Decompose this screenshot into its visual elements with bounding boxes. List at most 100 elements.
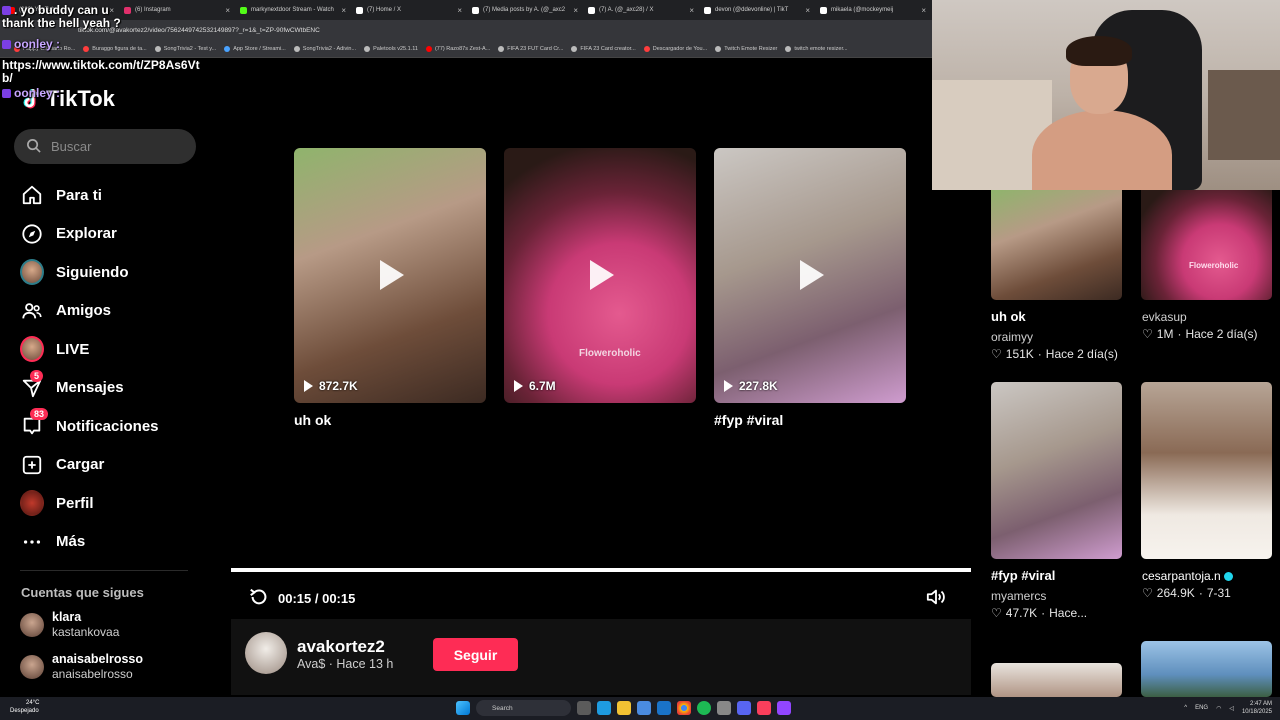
tab-close-icon[interactable]: × bbox=[573, 6, 578, 15]
progress-bar[interactable] bbox=[231, 568, 971, 572]
browser-tab[interactable]: (7) Home / X × bbox=[352, 0, 468, 20]
related-video-user[interactable]: cesarpantoja.n bbox=[1142, 569, 1233, 583]
follow-button[interactable]: Seguir bbox=[433, 638, 518, 671]
bookmark[interactable]: SongTrivia2 - Adivin... bbox=[293, 45, 356, 52]
store-icon[interactable] bbox=[637, 701, 651, 715]
sidebar-item-para-ti[interactable]: Para ti bbox=[20, 176, 159, 215]
bookmark-favicon-icon bbox=[785, 45, 792, 52]
browser-tab[interactable]: markynextdoor Stream - Watch × bbox=[236, 0, 352, 20]
chrome-icon[interactable] bbox=[677, 701, 691, 715]
browser-tab[interactable]: (7) A. (@_axc28) / X × bbox=[584, 0, 700, 20]
bookmark[interactable]: Paletools v25.1.11 bbox=[364, 45, 418, 52]
following-handle: kastankovaa bbox=[52, 625, 120, 639]
sidebar-item-live[interactable]: LIVE bbox=[20, 330, 159, 369]
wifi-icon[interactable]: ◠ bbox=[1216, 705, 1221, 712]
bookmark[interactable]: Descargador de You... bbox=[643, 45, 707, 52]
play-small-icon bbox=[724, 380, 733, 392]
video-title[interactable]: uh ok bbox=[294, 412, 331, 428]
bookmark[interactable]: (77) Razo87s Zest-A... bbox=[425, 45, 490, 52]
clock[interactable]: 2:47 AM 10/18/2025 bbox=[1242, 700, 1272, 716]
author-name[interactable]: avakortez2 bbox=[297, 637, 385, 657]
browser-tab[interactable]: devon (@ddevonline) | TikT × bbox=[700, 0, 816, 20]
tab-label: markynextdoor Stream - Watch bbox=[251, 7, 334, 13]
related-video-user[interactable]: myamercs bbox=[991, 589, 1046, 603]
language-indicator[interactable]: ENG bbox=[1195, 705, 1208, 711]
video-card[interactable]: Floweroholic 6.7M bbox=[504, 148, 696, 403]
play-small-icon bbox=[514, 380, 523, 392]
discord-icon[interactable] bbox=[737, 701, 751, 715]
tab-close-icon[interactable]: × bbox=[921, 6, 926, 15]
related-video-thumbnail[interactable]: Floweroholic bbox=[1141, 190, 1272, 300]
twitch-icon[interactable] bbox=[777, 701, 791, 715]
weather-temp: 24°C bbox=[26, 700, 40, 706]
post-time: Hace 2 día(s) bbox=[1045, 347, 1118, 361]
related-video-thumbnail[interactable] bbox=[991, 663, 1122, 697]
following-handle: anaisabelrosso bbox=[52, 667, 133, 681]
weather-desc: Despejado bbox=[10, 708, 39, 714]
bookmark[interactable]: Twitch Emote Resizer bbox=[715, 45, 777, 52]
following-account[interactable]: klara kastankovaa bbox=[20, 610, 119, 640]
related-video-user[interactable]: oraimyy bbox=[991, 330, 1033, 344]
sidebar-item-cargar[interactable]: Cargar bbox=[20, 446, 159, 485]
sidebar-item-mensajes[interactable]: 5 Mensajes bbox=[20, 369, 159, 408]
app-icon[interactable] bbox=[717, 701, 731, 715]
chat-line: b/ bbox=[2, 71, 13, 85]
sidebar-item-notificaciones[interactable]: 83 Notificaciones bbox=[20, 407, 159, 446]
author-avatar[interactable] bbox=[245, 632, 287, 674]
bookmark[interactable]: FIFA 23 Card creator... bbox=[571, 45, 636, 52]
thumbnail-watermark: Floweroholic bbox=[1189, 261, 1239, 270]
related-video-thumbnail[interactable] bbox=[991, 382, 1122, 559]
sidebar-item-mas[interactable]: Más bbox=[20, 523, 159, 562]
search-input[interactable]: Buscar bbox=[14, 129, 196, 164]
tray-chevron-icon[interactable]: ^ bbox=[1184, 705, 1187, 711]
spotify-icon[interactable] bbox=[697, 701, 711, 715]
sidebar-item-amigos[interactable]: Amigos bbox=[20, 292, 159, 331]
heart-icon: ♡ bbox=[1142, 327, 1153, 341]
tab-close-icon[interactable]: × bbox=[341, 6, 346, 15]
tab-close-icon[interactable]: × bbox=[457, 6, 462, 15]
tab-close-icon[interactable]: × bbox=[689, 6, 694, 15]
related-video-thumbnail[interactable] bbox=[991, 190, 1122, 300]
weather-widget[interactable]: 24°C Despejado bbox=[10, 699, 39, 715]
like-count: 151K bbox=[1005, 347, 1034, 361]
speaker-icon[interactable]: ◁ bbox=[1229, 705, 1234, 712]
video-card[interactable]: 872.7K bbox=[294, 148, 486, 403]
bookmark-label: FIFA 23 FUT Card Cr... bbox=[507, 45, 564, 52]
sidebar-item-siguiendo[interactable]: Siguiendo bbox=[20, 253, 159, 292]
related-video-user[interactable]: evkasup bbox=[1142, 310, 1187, 324]
bookmark[interactable]: FIFA 23 FUT Card Cr... bbox=[498, 45, 564, 52]
video-title[interactable]: #fyp #viral bbox=[714, 412, 783, 428]
tab-label: mikaela (@mockeymeij bbox=[831, 7, 894, 13]
post-time: Hace 2 día(s) bbox=[1185, 327, 1258, 341]
taskbar-search[interactable]: Search bbox=[476, 700, 571, 716]
following-account[interactable]: anaisabelrosso anaisabelrosso bbox=[20, 652, 143, 682]
following-heading: Cuentas que sigues bbox=[21, 585, 144, 600]
related-video-title[interactable]: uh ok bbox=[991, 309, 1026, 324]
bookmark[interactable]: twitch emote resizer... bbox=[785, 45, 848, 52]
folder-icon[interactable] bbox=[617, 701, 631, 715]
browser-tab[interactable]: (7) Media posts by A. (@_axc2 × bbox=[468, 0, 584, 20]
bookmark-label: App Store / Streami... bbox=[233, 45, 286, 52]
taskbar: 24°C Despejado Search ^ ENG ◠ ◁ 2:47 AM … bbox=[0, 697, 1280, 720]
music-icon[interactable] bbox=[757, 701, 771, 715]
related-video-thumbnail[interactable] bbox=[1141, 641, 1272, 697]
mail-icon[interactable] bbox=[657, 701, 671, 715]
tab-close-icon[interactable]: × bbox=[805, 6, 810, 15]
webcam-person bbox=[1032, 110, 1172, 190]
bookmark[interactable]: App Store / Streami... bbox=[224, 45, 286, 52]
replay-icon[interactable] bbox=[248, 586, 270, 611]
tab-close-icon[interactable]: × bbox=[225, 6, 230, 15]
app-icon[interactable] bbox=[577, 701, 591, 715]
sidebar-item-explorar[interactable]: Explorar bbox=[20, 215, 159, 254]
edge-icon[interactable] bbox=[597, 701, 611, 715]
related-video-title[interactable]: #fyp #viral bbox=[991, 568, 1055, 583]
sidebar-item-perfil[interactable]: Perfil bbox=[20, 484, 159, 523]
video-card[interactable]: 227.8K bbox=[714, 148, 906, 403]
browser-tab[interactable]: mikaela (@mockeymeij × bbox=[816, 0, 932, 20]
related-video-thumbnail[interactable] bbox=[1141, 382, 1272, 559]
tab-favicon-icon bbox=[704, 6, 711, 14]
author-bar: avakortez2 Ava$ · Hace 13 h Seguir bbox=[231, 619, 971, 695]
volume-icon[interactable] bbox=[925, 587, 947, 612]
play-icon bbox=[590, 260, 614, 290]
windows-start-icon[interactable] bbox=[456, 701, 470, 715]
